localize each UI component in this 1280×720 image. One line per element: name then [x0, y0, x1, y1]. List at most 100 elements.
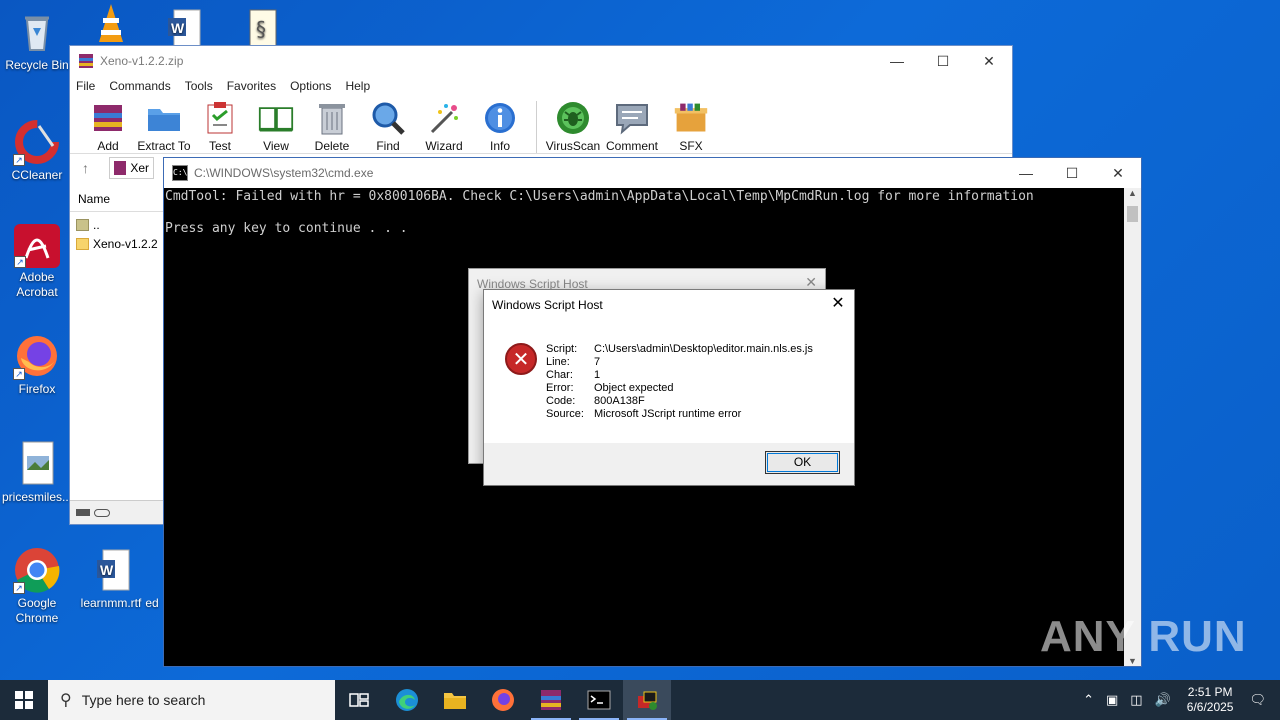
menu-options[interactable]: Options	[290, 79, 331, 93]
firefox-icon: ↗	[13, 332, 61, 380]
taskbar-file-explorer[interactable]	[431, 680, 479, 720]
ok-button[interactable]: OK	[765, 451, 840, 474]
menu-tools[interactable]: Tools	[185, 79, 213, 93]
taskbar-winrar[interactable]	[527, 680, 575, 720]
desktop-icon-label: CCleaner	[11, 168, 63, 182]
desktop-icon-image-file[interactable]: pricesmiles...	[1, 440, 73, 505]
svg-text:W: W	[171, 20, 185, 36]
task-view-button[interactable]	[335, 680, 383, 720]
scroll-thumb[interactable]	[1127, 206, 1138, 222]
parent-folder-icon	[76, 218, 89, 231]
comment-button[interactable]: Comment	[601, 100, 663, 153]
taskbar: ⚲ Type here to search ⌃ ▣ ◫ 🔊 2:51 PM 6/…	[0, 680, 1280, 720]
magic-wand-icon	[426, 100, 462, 136]
toolbar: Add Extract To Test View Delete Find Wiz…	[70, 96, 1012, 154]
taskbar-cmd[interactable]	[575, 680, 623, 720]
close-button[interactable]: ✕	[1095, 158, 1141, 188]
delete-button[interactable]: Delete	[304, 100, 360, 153]
address-text: Xer	[130, 161, 149, 175]
ethernet-icon[interactable]: ◫	[1130, 692, 1142, 708]
sfx-button[interactable]: SFX	[663, 100, 719, 153]
menu-file[interactable]: File	[76, 79, 95, 93]
minimize-button[interactable]: —	[874, 46, 920, 76]
taskbar-search-box[interactable]: ⚲ Type here to search	[48, 680, 335, 720]
vertical-scrollbar[interactable]: ▲ ▼	[1124, 188, 1141, 666]
maximize-button[interactable]: ☐	[920, 46, 966, 76]
desktop-icon-script[interactable]: §	[226, 8, 298, 48]
minimize-button[interactable]: —	[1003, 158, 1049, 188]
desktop-icon-word-doc[interactable]: W	[148, 8, 220, 48]
info-button[interactable]: Info	[472, 100, 528, 153]
field-value: Microsoft JScript runtime error	[594, 408, 742, 420]
winrar-titlebar[interactable]: Xeno-v1.2.2.zip — ☐ ✕	[70, 46, 1012, 76]
view-button[interactable]: View	[248, 100, 304, 153]
test-button[interactable]: Test	[192, 100, 248, 153]
ccleaner-icon: ↗	[13, 118, 61, 166]
virusscan-label: VirusScan	[545, 139, 601, 153]
start-button[interactable]	[0, 680, 48, 720]
network-icon[interactable]: ▣	[1106, 692, 1118, 708]
desktop-icon-firefox[interactable]: ↗ Firefox	[1, 332, 73, 397]
magnifier-icon	[370, 100, 406, 136]
column-header-name[interactable]: Name	[70, 186, 164, 212]
taskbar-edge[interactable]	[383, 680, 431, 720]
up-arrow-icon[interactable]: ↑	[82, 160, 89, 176]
desktop-icon-vlc[interactable]	[75, 0, 147, 45]
console-line: Press any key to continue . . .	[165, 221, 408, 236]
delete-label: Delete	[314, 139, 350, 153]
close-button[interactable]: ✕	[966, 46, 1012, 76]
close-button[interactable]: ✕	[828, 294, 848, 314]
desktop-icon-label: learnmm.rtf	[80, 596, 142, 610]
desktop-icon-recycle-bin[interactable]: Recycle Bin	[1, 8, 73, 73]
maximize-button[interactable]: ☐	[1049, 158, 1095, 188]
svg-text:W: W	[100, 562, 114, 578]
field-value: C:\Users\admin\Desktop\editor.main.nls.e…	[594, 343, 813, 355]
desktop-icon-google-chrome[interactable]: ↗ Google Chrome	[1, 546, 73, 626]
vlc-icon	[87, 0, 135, 48]
scroll-up-icon[interactable]: ▲	[1124, 188, 1141, 198]
windows-logo-icon	[15, 691, 33, 709]
cmd-titlebar[interactable]: C:\ C:\WINDOWS\system32\cmd.exe — ☐ ✕	[164, 158, 1141, 188]
firefox-icon	[492, 689, 514, 711]
comment-icon	[614, 100, 650, 136]
menu-favorites[interactable]: Favorites	[227, 79, 276, 93]
field-label: Code:	[546, 395, 576, 407]
find-button[interactable]: Find	[360, 100, 416, 153]
system-tray: ⌃ ▣ ◫ 🔊 2:51 PM 6/6/2025 🗨	[1077, 680, 1280, 720]
cmd-icon	[587, 690, 611, 710]
test-label: Test	[208, 139, 231, 153]
wizard-label: Wizard	[425, 139, 463, 153]
list-item[interactable]: Xeno-v1.2.2	[70, 234, 164, 253]
taskbar-firefox[interactable]	[479, 680, 527, 720]
address-field[interactable]: Xer	[109, 157, 154, 179]
drive-icon	[76, 509, 90, 516]
desktop-icon-label: Recycle Bin	[5, 58, 69, 72]
list-item[interactable]: ..	[70, 215, 164, 234]
desktop-icon-ccleaner[interactable]: ↗ CCleaner	[1, 118, 73, 183]
desktop-icon-learnmm-rtf[interactable]: W learnmm.rtf	[75, 546, 147, 611]
winrar-icon	[78, 53, 94, 69]
virusscan-button[interactable]: VirusScan	[545, 100, 601, 153]
wizard-button[interactable]: Wizard	[416, 100, 472, 153]
search-icon: ⚲	[60, 692, 72, 709]
add-archive-icon	[90, 100, 126, 136]
winrar-icon	[541, 690, 561, 710]
clock[interactable]: 2:51 PM 6/6/2025	[1187, 685, 1234, 715]
sfx-box-icon	[673, 100, 709, 136]
chrome-icon: ↗	[13, 546, 61, 594]
word-icon: W	[87, 546, 135, 594]
field-value: Object expected	[594, 382, 674, 394]
field-label: Error:	[546, 382, 574, 394]
menu-help[interactable]: Help	[345, 79, 370, 93]
notification-icon[interactable]: 🗨	[1249, 692, 1266, 708]
extract-to-button[interactable]: Extract To	[136, 100, 192, 153]
add-button[interactable]: Add	[80, 100, 136, 153]
desktop-icon-adobe-acrobat[interactable]: ↗ Adobe Acrobat	[1, 224, 73, 300]
taskbar-script-host[interactable]	[623, 680, 671, 720]
desktop-icon-ed[interactable]: ed	[140, 596, 164, 611]
chevron-up-icon[interactable]: ⌃	[1083, 692, 1094, 708]
folder-icon	[146, 100, 182, 136]
menu-commands[interactable]: Commands	[109, 79, 170, 93]
desktop-icon-label: Firefox	[18, 382, 56, 396]
volume-icon[interactable]: 🔊	[1155, 692, 1171, 708]
